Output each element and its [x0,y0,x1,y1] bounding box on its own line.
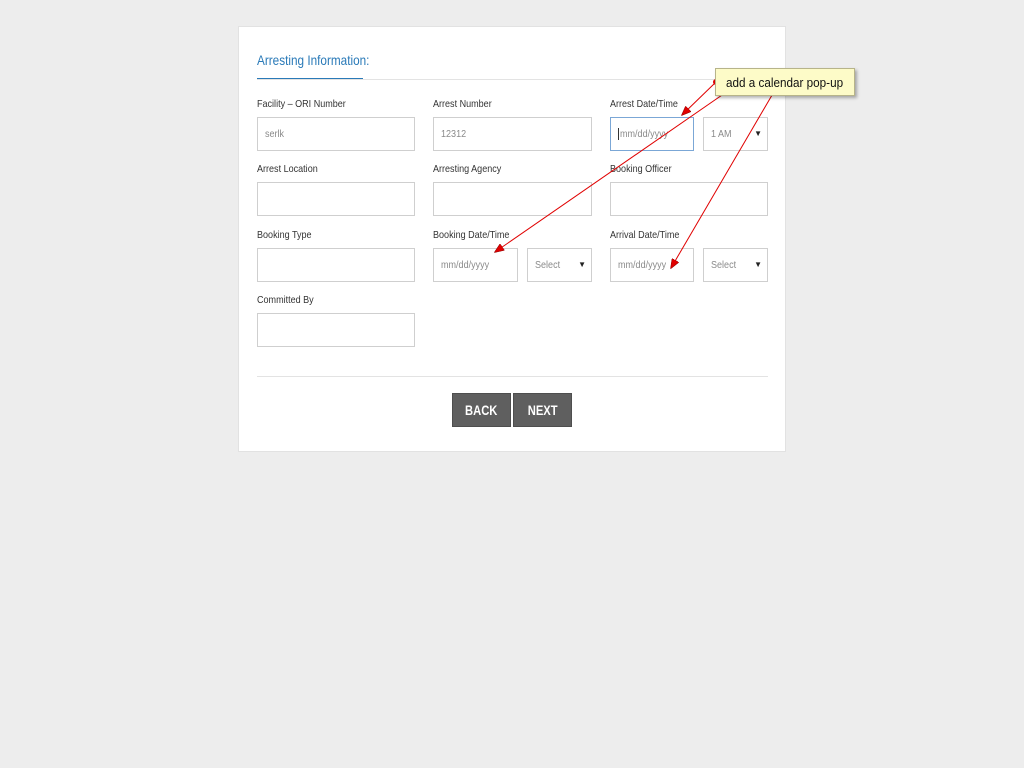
arresting-agency-label: Arresting Agency [433,163,502,175]
arrest-location-label: Arrest Location [257,163,318,175]
back-button[interactable]: BACK [452,393,511,427]
booking-time-select[interactable]: Select ▼ [527,248,592,282]
facility-ori-input[interactable]: serlk [257,117,415,151]
arresting-info-card: Arresting Information: Facility – ORI Nu… [238,26,786,452]
facility-ori-value: serlk [265,128,285,140]
arrest-number-input[interactable]: 12312 [433,117,592,151]
booking-date-placeholder: mm/dd/yyyy [441,259,490,271]
arrest-datetime-label: Arrest Date/Time [610,98,678,110]
arrival-time-value: Select [711,259,737,271]
next-button[interactable]: NEXT [513,393,572,427]
section-title: Arresting Information: [257,52,370,68]
booking-time-value: Select [535,259,561,271]
booking-officer-label: Booking Officer [610,163,672,175]
arrest-location-input[interactable] [257,182,415,216]
arrival-time-select[interactable]: Select ▼ [703,248,768,282]
arrival-datetime-label: Arrival Date/Time [610,229,680,241]
arrival-date-placeholder: mm/dd/yyyy [618,259,667,271]
arresting-agency-input[interactable] [433,182,592,216]
next-button-label: NEXT [527,402,558,418]
arrest-time-select[interactable]: 1 AM ▼ [703,117,768,151]
arrest-date-placeholder: mm/dd/yyyy [620,128,669,140]
text-caret [618,128,619,140]
dropdown-arrow-icon: ▼ [754,129,762,138]
footer-divider [257,376,768,377]
arrival-date-input[interactable]: mm/dd/yyyy [610,248,694,282]
arrest-time-value: 1 AM [711,128,732,140]
arrest-number-label: Arrest Number [433,98,492,110]
booking-officer-input[interactable] [610,182,768,216]
booking-datetime-label: Booking Date/Time [433,229,510,241]
arrest-date-input[interactable]: mm/dd/yyyy [610,117,694,151]
booking-date-input[interactable]: mm/dd/yyyy [433,248,518,282]
back-button-label: BACK [465,402,498,418]
arrest-number-value: 12312 [441,128,467,140]
title-divider [257,79,768,80]
dropdown-arrow-icon: ▼ [754,260,762,269]
committed-by-label: Committed By [257,294,314,306]
annotation-note: add a calendar pop-up [715,68,855,96]
committed-by-input[interactable] [257,313,415,347]
annotation-note-text: add a calendar pop-up [726,74,844,90]
facility-ori-label: Facility – ORI Number [257,98,346,110]
booking-type-label: Booking Type [257,229,312,241]
booking-type-input[interactable] [257,248,415,282]
dropdown-arrow-icon: ▼ [578,260,586,269]
